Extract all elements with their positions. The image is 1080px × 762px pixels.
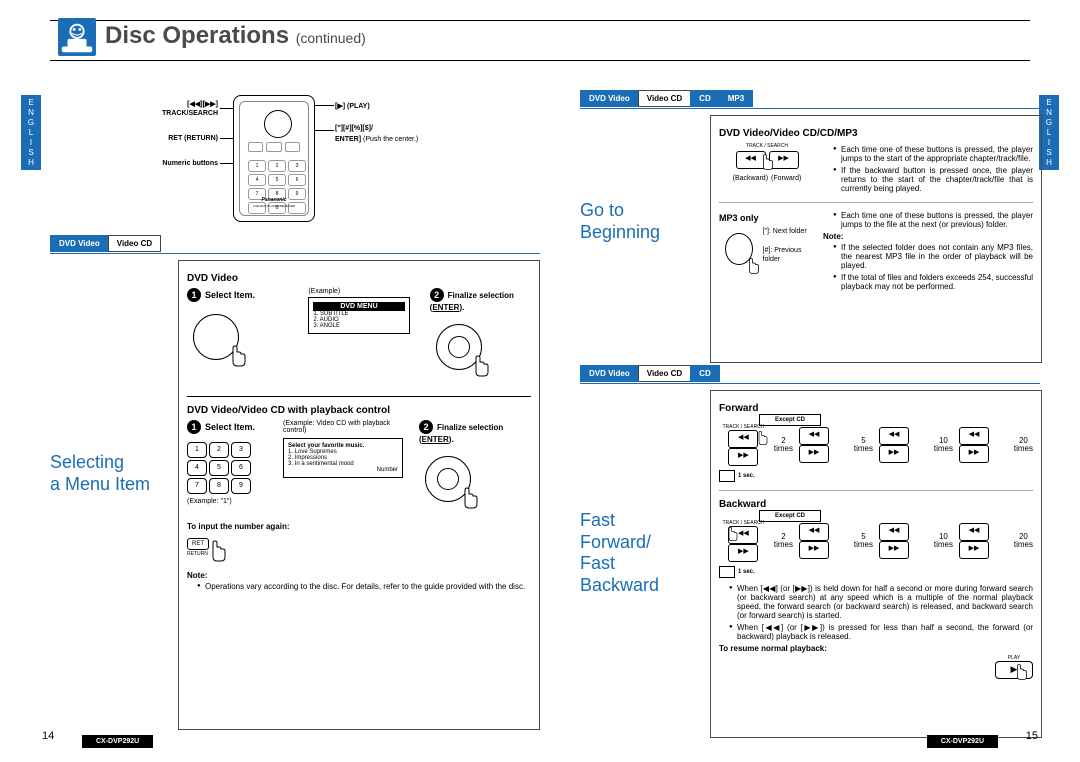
selecting-menu-content: DVD Video 1 Select Item. (Example) DVD ME…: [178, 260, 540, 730]
dvd-pbc-head: DVD Video/Video CD with playback control: [187, 405, 531, 416]
dvd-video-head: DVD Video: [187, 273, 531, 284]
language-tab-right: ENGLISH 6: [1039, 95, 1059, 170]
pbc-step1: Select Item.: [205, 422, 255, 432]
section-selecting-menu-item: Selectinga Menu Item: [50, 452, 150, 495]
step-2-icon: 2: [430, 288, 444, 302]
example-pbc-label: (Example: Video CD with playback control…: [283, 420, 403, 434]
hold-icon: [719, 470, 735, 482]
goto-beginning-content: DVD Video/Video CD/CD/MP3 TRACK / SEARCH…: [710, 115, 1042, 363]
model-label-right: CX-DVP292U: [927, 735, 998, 748]
section-go-to-beginning: Go toBeginning: [580, 200, 660, 243]
language-tab-left: ENGLISH 5: [21, 95, 41, 170]
page-title: Disc Operations (continued): [105, 22, 366, 50]
step1-label: Select Item.: [205, 290, 255, 300]
step-1-icon: 1: [187, 288, 201, 302]
title-rule-bottom: [50, 60, 1030, 61]
except-cd-bwd: Except CD: [759, 510, 821, 522]
goto-head: DVD Video/Video CD/CD/MP3: [719, 128, 1033, 139]
note-text: Operations vary according to the disc. F…: [197, 582, 531, 591]
joystick-tilt-icon: [187, 308, 245, 366]
pbc-menu-box: Select your favorite music. 1. Love Supr…: [283, 438, 403, 478]
fwd-track-icon: ▶▶: [728, 448, 758, 466]
remote-label-track-icon: [◀◀][▶▶]: [128, 100, 218, 108]
disc-operations-icon: [58, 18, 96, 56]
except-cd-fwd: Except CD: [759, 414, 821, 426]
page-number-left: 14: [42, 730, 54, 742]
tab-dvd-video: DVD Video: [50, 235, 109, 252]
left-tabs: DVD Video Video CD: [50, 235, 160, 252]
page-number-right: 15: [1026, 730, 1038, 742]
backward-head: Backward: [719, 499, 1033, 510]
mp3-only-head: MP3 only: [719, 213, 815, 223]
lang-right-num: 6: [1039, 172, 1059, 182]
example-1-label: (Example: "1"): [187, 498, 267, 505]
ret-button-diagram: RET RETURN: [187, 537, 209, 557]
input-again-label: To input the number again:: [187, 522, 531, 531]
numpad-icon: 123456789: [187, 442, 267, 494]
remote-label-track: TRACK/SEARCH: [128, 110, 218, 117]
fast-forward-content: Forward Except CD TRACK / SEARCH ◀◀▶▶ 2t…: [710, 390, 1042, 738]
resume-label: To resume normal playback:: [719, 644, 1033, 653]
joystick-press-icon: [430, 318, 488, 376]
model-label-left: CX-DVP292U: [82, 735, 153, 748]
remote-label-ret: RET (RETURN): [128, 135, 218, 142]
ff-tabs: DVD Video Video CD CD: [580, 365, 719, 382]
remote-brand: PanasonicCAR DVD PLAYER/RECEIVER: [240, 197, 308, 209]
tab-video-cd: Video CD: [108, 235, 161, 252]
remote-label-dpad: ["][#][%][$]/: [335, 125, 373, 132]
forward-head: Forward: [719, 403, 1033, 414]
section-fast-forward-backward: FastForward/FastBackward: [580, 510, 659, 596]
goto-tabs: DVD Video Video CD CD MP3: [580, 90, 752, 107]
remote-label-num: Numeric buttons: [128, 160, 218, 167]
note-head: Note:: [187, 571, 531, 580]
example-label: (Example): [308, 288, 409, 295]
remote-label-play: [▶] (PLAY): [335, 102, 370, 110]
joystick-updown-icon: [719, 227, 759, 271]
remote-dpad-icon: [264, 110, 292, 138]
remote-label-enter: ENTER] (Push the center.): [335, 136, 418, 143]
title-suffix: (continued): [296, 30, 366, 46]
remote-control-diagram: 1234567890 PanasonicCAR DVD PLAYER/RECEI…: [233, 95, 315, 222]
lang-left-num: 5: [21, 172, 41, 182]
dvd-menu-box: DVD MENU 1. SUBTITLE 2. AUDIO 3. ANGLE: [308, 297, 409, 334]
joystick-press-icon-2: [419, 450, 477, 508]
title-main: Disc Operations: [105, 22, 289, 49]
